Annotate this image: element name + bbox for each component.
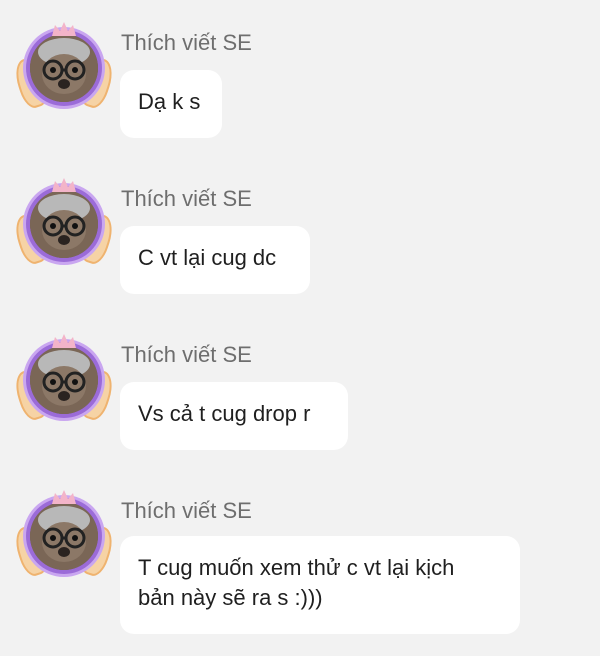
message-bubble[interactable]: C vt lại cug dc — [120, 226, 310, 294]
avatar[interactable] — [10, 22, 118, 116]
message-row: Thích viết SE T cug muốn xem thử c vt lạ… — [0, 468, 600, 656]
koala-icon — [30, 502, 98, 570]
avatar[interactable] — [10, 334, 118, 428]
koala-icon — [30, 190, 98, 258]
sender-name: Thích viết SE — [121, 30, 252, 55]
message-bubble[interactable]: Vs cả t cug drop r — [120, 382, 348, 450]
avatar[interactable] — [10, 490, 118, 584]
message-bubble[interactable]: T cug muốn xem thử c vt lại kịch bản này… — [120, 536, 520, 634]
message-row: Thích viết SE C vt lại cug dc — [0, 156, 600, 312]
crown-icon — [52, 334, 76, 348]
message-row: Thích viết SE Vs cả t cug drop r — [0, 312, 600, 468]
crown-icon — [52, 178, 76, 192]
sender-name: Thích viết SE — [121, 186, 252, 211]
sender-name: Thích viết SE — [121, 498, 252, 523]
sender-name: Thích viết SE — [121, 342, 252, 367]
koala-icon — [30, 346, 98, 414]
message-row: Thích viết SE Dạ k s — [0, 0, 600, 156]
crown-icon — [52, 22, 76, 36]
chat-thread: Thích viết SE Dạ k s Thích viết SE C vt … — [0, 0, 600, 656]
message-bubble[interactable]: Dạ k s — [120, 70, 222, 138]
avatar[interactable] — [10, 178, 118, 272]
koala-icon — [30, 34, 98, 102]
crown-icon — [52, 490, 76, 504]
